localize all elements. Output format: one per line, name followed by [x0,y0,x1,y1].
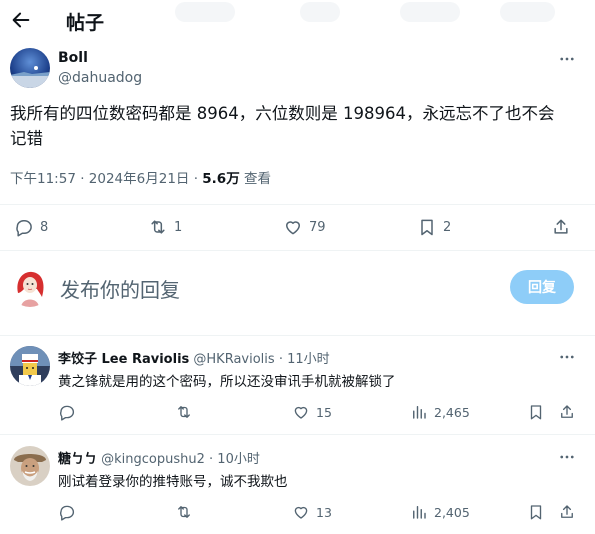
bar-chart-icon [413,506,426,519]
author-handle[interactable]: @dahuadog [58,70,142,86]
bar-chart-icon [413,406,426,419]
share-icon [561,405,573,418]
faded-background-tab [400,2,460,22]
bookmark-button[interactable] [527,403,545,421]
share-icon [561,505,573,518]
repost-button[interactable] [175,403,199,421]
like-button[interactable]: 15 [292,403,332,421]
post-text-line: 记错 [10,129,43,148]
top-bar: 帖子 [0,0,595,40]
reply-avatar[interactable] [10,346,50,386]
reply-time[interactable]: · 10小时 [205,452,260,467]
reply-author-name[interactable]: 糖ㄅㄅ [58,452,97,467]
repost-button[interactable]: 1 [148,217,182,237]
bookmark-count: 2 [443,219,452,235]
reply-author-name[interactable]: 李饺子 Lee Raviolis [58,352,189,367]
more-dots-icon[interactable] [558,348,576,366]
divider [0,250,595,251]
reply-author-handle[interactable]: @HKRaviolis [193,352,274,367]
divider [0,204,595,205]
heart-icon [294,406,308,419]
views-button[interactable]: 2,465 [410,403,470,421]
bookmark-icon [530,405,542,420]
more-dots-icon[interactable] [558,448,576,466]
reply-bubble-icon [60,505,75,521]
reply-submit-button[interactable]: 回复 [510,270,574,304]
post-text-line: 我所有的四位数密码都是 8964，六位数则是 198964，永远忘不了也不会 [10,104,555,123]
reply-text: 刚试着登录你的推特账号，诚不我欺也 [58,474,288,490]
more-dots-icon[interactable] [558,50,576,68]
page-title: 帖子 [66,12,105,34]
bookmark-button[interactable] [527,503,545,521]
repost-count: 1 [174,219,183,235]
reply-bubble-icon [16,220,32,237]
views-label: 查看 [239,171,271,187]
divider [0,335,595,336]
repost-button[interactable] [175,503,199,521]
repost-icon [178,506,190,518]
bookmark-button[interactable]: 2 [417,217,451,237]
share-icon [554,219,568,234]
bookmark-icon [530,505,542,520]
reply-header: 李饺子 Lee Raviolis @HKRaviolis · 11小时 [58,348,330,367]
reply-bubble-icon [60,405,75,421]
view-count: 2,405 [434,504,470,520]
heart-icon [294,506,308,519]
faded-background-tab [300,2,340,22]
reply-author-handle[interactable]: @kingcopushu2 [101,452,205,467]
reply-time[interactable]: · 11小时 [275,352,330,367]
post-text: 我所有的四位数密码都是 8964，六位数则是 198964，永远忘不了也不会 记… [10,101,580,151]
post-meta: 下午11:57 · 2024年6月21日 · 5.6万 查看 [10,167,271,187]
views-button[interactable]: 2,405 [410,503,470,521]
repost-icon [178,406,190,418]
share-button[interactable] [558,403,576,421]
reply-input[interactable]: 发布你的回复 [60,274,180,303]
like-count: 79 [309,219,326,235]
bookmark-icon [421,219,433,236]
heart-icon [286,221,300,235]
like-button[interactable]: 79 [283,217,326,237]
share-button[interactable] [551,217,571,237]
reply-text: 黄之锋就是用的这个密码，所以还没审讯手机就被解锁了 [58,374,396,390]
repost-icon [151,220,165,234]
share-button[interactable] [558,503,576,521]
reply-avatar[interactable] [10,446,50,486]
reply-button[interactable] [58,403,82,421]
reply-header: 糖ㄅㄅ @kingcopushu2 · 10小时 [58,448,260,467]
faded-background-tab [500,2,555,22]
my-avatar[interactable] [10,267,50,307]
reply-button[interactable] [58,503,82,521]
reply-count: 8 [40,219,49,235]
divider [0,434,595,435]
back-arrow-icon[interactable] [10,9,32,31]
post-timestamp[interactable]: 下午11:57 · 2024年6月21日 · [10,171,202,187]
like-count: 15 [316,404,332,420]
view-count: 2,465 [434,404,470,420]
author-avatar[interactable] [10,48,50,88]
view-count: 5.6万 [202,171,240,187]
like-button[interactable]: 13 [292,503,332,521]
author-name[interactable]: Boll [58,50,88,66]
like-count: 13 [316,504,332,520]
reply-button[interactable]: 8 [14,217,48,237]
faded-background-tab [175,2,235,22]
